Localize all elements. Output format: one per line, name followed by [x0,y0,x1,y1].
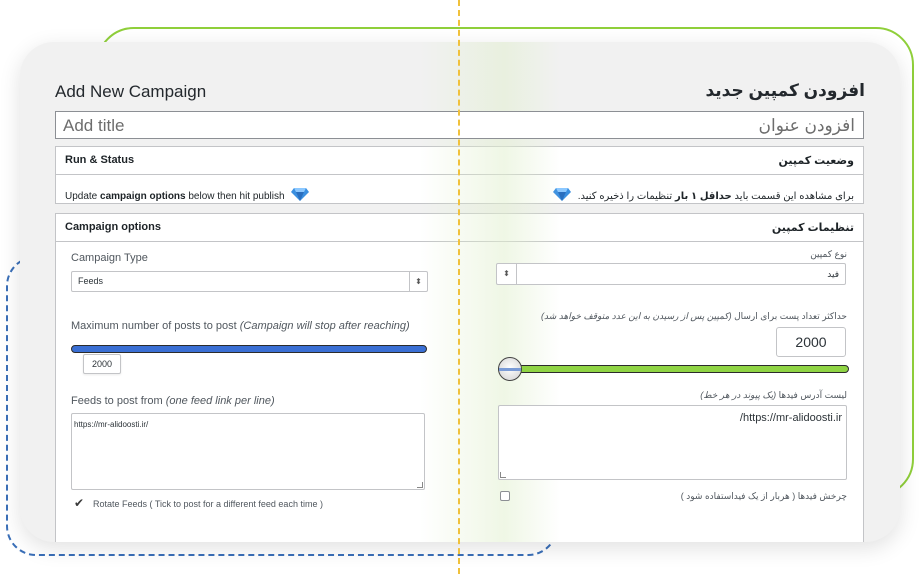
resize-grip-icon[interactable] [417,482,423,488]
campaign-type-label-fa: نوع کمپین [810,249,847,259]
max-posts-slider-en[interactable] [71,345,427,353]
campaign-type-label-en: Campaign Type [71,252,148,264]
feeds-label-en: Feeds to post from (one feed link per li… [71,395,275,407]
campaign-options-title-fa: تنظیمات کمپین [771,222,854,234]
campaign-type-value-fa: فید [827,269,839,279]
run-status-text-fa: برای مشاهده این قسمت باید حداقل ۱ بار تن… [549,187,854,202]
comparison-divider [458,0,460,574]
campaign-type-select-fa[interactable]: فید ⬍ [496,263,846,285]
select-arrows-icon: ⬍ [409,272,427,291]
check-icon: ✔ [74,496,85,510]
campaign-type-select-en[interactable]: Feeds ⬍ [71,271,428,292]
campaign-editor-card: Add New Campaign افزودن کمپین جدید Add t… [20,42,900,542]
run-status-text-en: Update campaign options below then hit p… [65,187,313,202]
feeds-label-fa: لیست آدرس فیدها (یک پیوند در هر خط) [700,390,847,400]
campaign-type-value-en: Feeds [78,276,104,286]
feeds-value-fa: /https://mr-alidoosti.ir [739,412,842,424]
run-status-title-en: Run & Status [65,154,135,166]
max-posts-label-en: Maximum number of posts to post (Campaig… [71,320,410,332]
select-arrows-icon: ⬍ [497,264,517,284]
max-posts-input-fa[interactable]: 2000 [776,327,846,357]
title-placeholder-fa: افزودن عنوان [758,116,855,135]
max-posts-label-fa: حداکثر تعداد پست برای ارسال (کمپین پس از… [541,311,847,321]
slider-handle[interactable] [498,357,522,381]
title-placeholder-en: Add title [63,116,125,135]
campaign-options-title-en: Campaign options [65,221,161,233]
feeds-textarea-fa[interactable]: /https://mr-alidoosti.ir [498,405,847,480]
page-title-en: Add New Campaign [55,82,207,101]
max-posts-slider-fa[interactable] [498,365,849,373]
max-posts-value-en[interactable]: 2000 [83,354,121,374]
resize-grip-icon[interactable] [500,472,506,478]
rotate-feeds-label-fa: چرخش فیدها ( هربار از یک فیداستفاده شود … [680,491,847,501]
rotate-feeds-label-en: Rotate Feeds ( Tick to post for a differ… [93,499,323,509]
rotate-feeds-checkbox-en[interactable]: ✔ [74,496,85,510]
page-title-fa: افزودن کمپین جدید [705,81,865,100]
comparison-stage: Add New Campaign افزودن کمپین جدید Add t… [0,0,920,574]
diamond-gem-icon [552,188,571,201]
diamond-gem-icon [291,188,310,201]
run-status-title-fa: وضعیت کمپین [778,155,854,167]
feeds-value-en: https://mr-alidoosti.ir/ [74,420,149,429]
rotate-feeds-checkbox-fa[interactable] [500,491,510,501]
feeds-textarea-en[interactable]: https://mr-alidoosti.ir/ [71,413,425,490]
